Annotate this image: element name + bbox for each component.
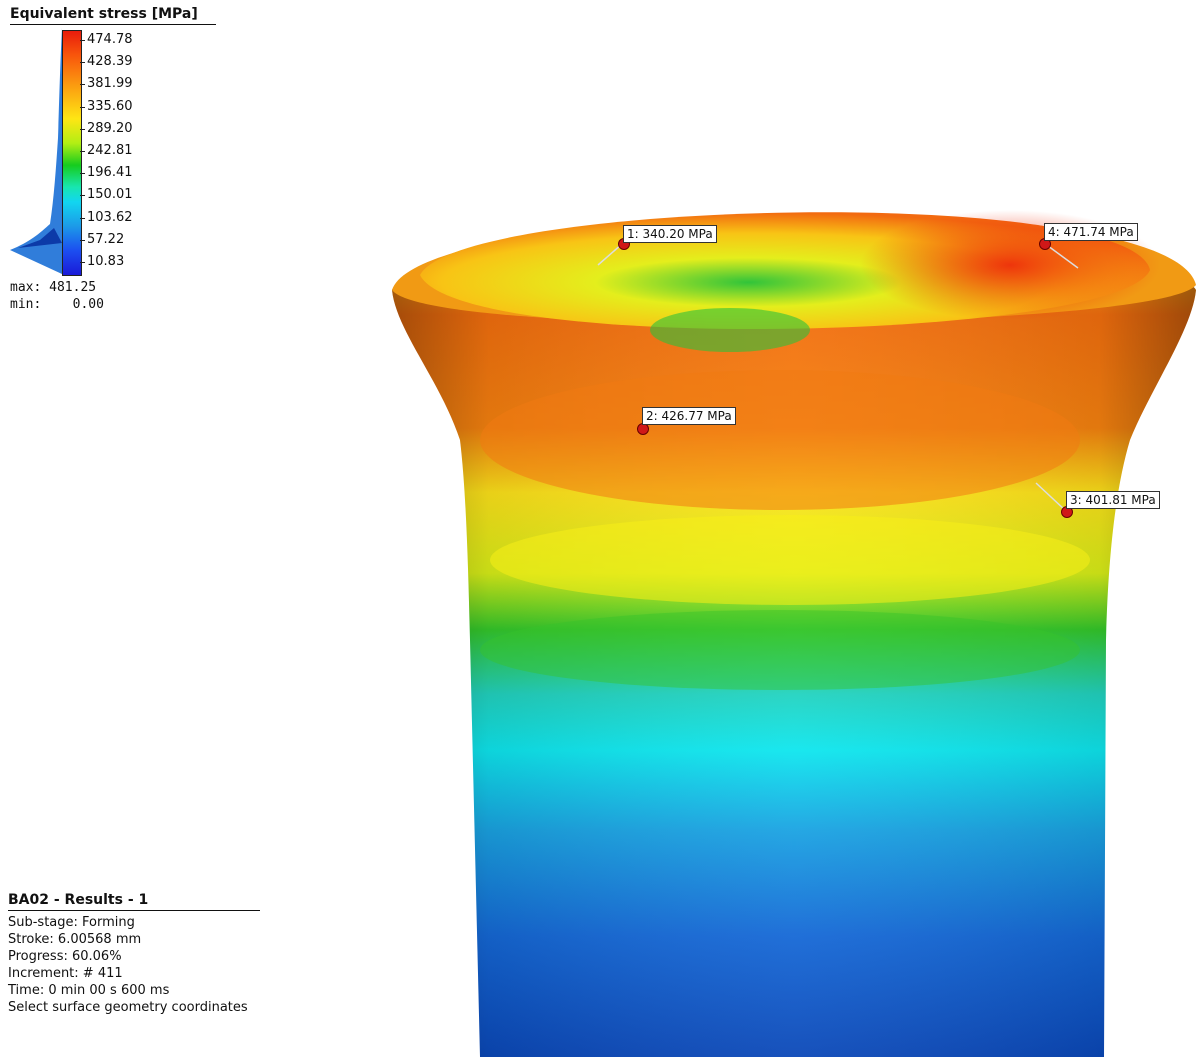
flare-hot-band xyxy=(480,370,1080,510)
legend-tick-label: 381.99 xyxy=(87,76,133,92)
info-hint: Select surface geometry coordinates xyxy=(8,1000,248,1015)
probe-2-label[interactable]: 2: 426.77 MPa xyxy=(642,407,736,425)
legend-max: max: 481.25 xyxy=(10,280,97,295)
legend-tick-mark xyxy=(80,173,85,175)
legend-tick-mark xyxy=(80,128,85,130)
legend-tick-mark xyxy=(80,62,85,64)
legend-tick-mark xyxy=(80,195,85,197)
info-time: Time: 0 min 00 s 600 ms xyxy=(8,983,170,998)
legend-tick-mark xyxy=(80,262,85,263)
legend-title: Equivalent stress [MPa] xyxy=(10,6,216,25)
legend-tick-label: 335.60 xyxy=(87,98,133,114)
legend-tick-label: 150.01 xyxy=(87,187,133,203)
results-viewport[interactable]: Equivalent stress [MPa] 474.78 428.39 381.… xyxy=(0,0,1200,1057)
legend-tick-label: 57.22 xyxy=(87,231,125,247)
inner-green-patch xyxy=(650,308,810,352)
legend-tick-mark xyxy=(80,84,85,86)
legend-min: min: 0.00 xyxy=(10,297,104,312)
legend-tick-label: 103.62 xyxy=(87,209,133,225)
probe-4-label[interactable]: 4: 471.74 MPa xyxy=(1044,223,1138,241)
info-progress: Progress: 60.06% xyxy=(8,949,122,964)
yellow-band xyxy=(490,515,1090,605)
legend-tick-mark xyxy=(80,40,85,41)
info-stroke: Stroke: 6.00568 mm xyxy=(8,932,142,947)
legend-tick-label: 242.81 xyxy=(87,143,133,158)
legend-histogram xyxy=(10,28,62,274)
legend-colorbar xyxy=(62,30,82,276)
green-band xyxy=(480,610,1080,690)
legend-tick-label: 428.39 xyxy=(87,54,133,70)
legend-tick-mark xyxy=(80,151,85,152)
info-increment: Increment: # 411 xyxy=(8,966,123,981)
probe-1-label[interactable]: 1: 340.20 MPa xyxy=(623,225,717,243)
legend-tick-mark xyxy=(80,217,85,219)
probe-3-label[interactable]: 3: 401.81 MPa xyxy=(1066,491,1160,509)
results-title: BA02 - Results - 1 xyxy=(8,892,260,911)
legend-tick-label: 474.78 xyxy=(87,32,133,47)
legend-tick-mark xyxy=(80,239,85,241)
legend-tick-label: 289.20 xyxy=(87,120,133,136)
legend-tick-label: 196.41 xyxy=(87,165,133,181)
info-substage: Sub-stage: Forming xyxy=(8,915,135,930)
legend-tick-label: 10.83 xyxy=(87,254,125,269)
legend-tick-mark xyxy=(80,106,85,108)
